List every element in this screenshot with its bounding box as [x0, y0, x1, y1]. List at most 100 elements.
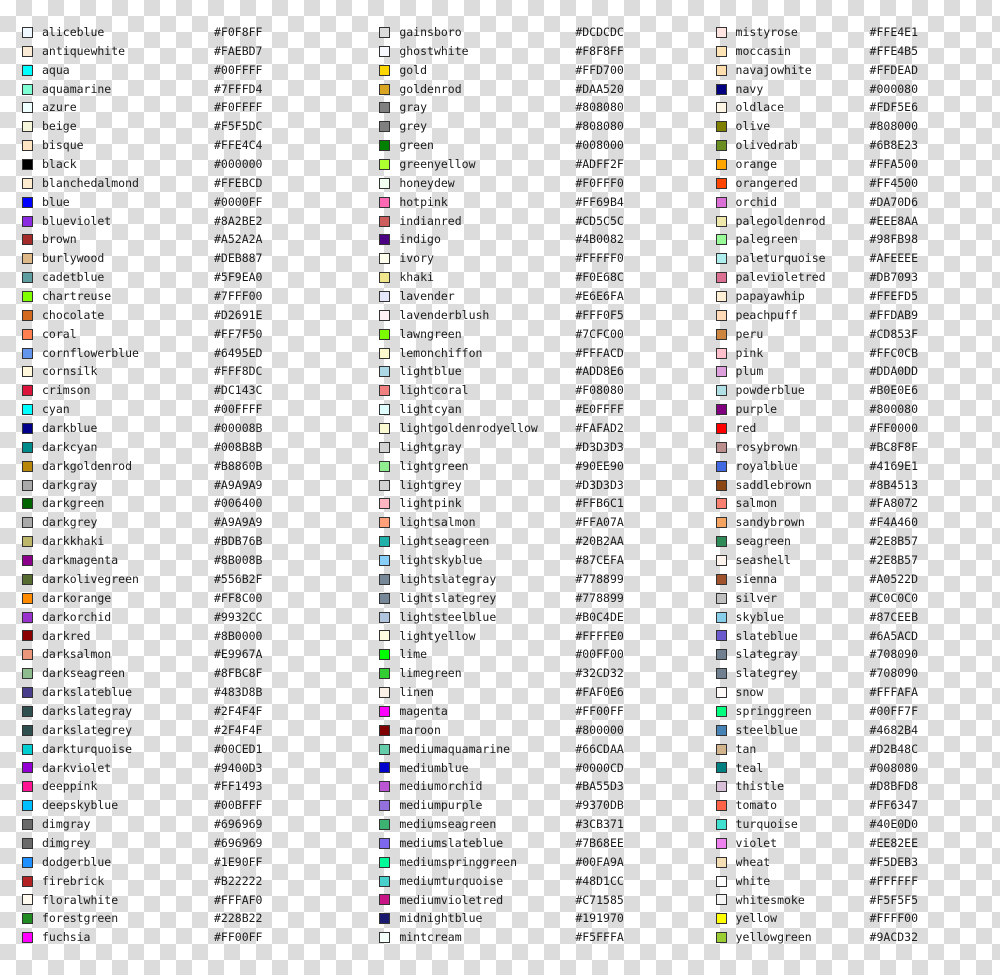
color-row[interactable]: limegreen #32CD32 — [379, 664, 697, 683]
color-row[interactable]: honeydew #F0FFF0 — [379, 174, 697, 193]
color-row[interactable]: mediumorchid #BA55D3 — [379, 777, 697, 796]
color-row[interactable]: slategrey #708090 — [715, 664, 1000, 683]
color-row[interactable]: mediumslateblue #7B68EE — [379, 834, 697, 853]
color-row[interactable]: papayawhip #FFEFD5 — [715, 287, 1000, 306]
color-row[interactable]: antiquewhite #FAEBD7 — [22, 42, 364, 61]
color-row[interactable]: aqua #00FFFF — [22, 61, 364, 80]
color-row[interactable]: silver #C0C0C0 — [715, 589, 1000, 608]
color-row[interactable]: peru #CD853F — [715, 325, 1000, 344]
color-row[interactable]: navy #000080 — [715, 80, 1000, 99]
color-row[interactable]: dimgray #696969 — [22, 815, 364, 834]
color-row[interactable]: orangered #FF4500 — [715, 174, 1000, 193]
color-row[interactable]: lightgoldenrodyellow #FAFAD2 — [379, 419, 697, 438]
color-row[interactable]: crimson #DC143C — [22, 381, 364, 400]
color-row[interactable]: mediumblue #0000CD — [379, 759, 697, 778]
color-row[interactable]: deeppink #FF1493 — [22, 777, 364, 796]
color-row[interactable]: lightblue #ADD8E6 — [379, 362, 697, 381]
color-row[interactable]: olive #808000 — [715, 117, 1000, 136]
color-row[interactable]: orange #FFA500 — [715, 155, 1000, 174]
color-row[interactable]: palevioletred #DB7093 — [715, 268, 1000, 287]
color-row[interactable]: snow #FFFAFA — [715, 683, 1000, 702]
color-row[interactable]: chocolate #D2691E — [22, 306, 364, 325]
color-row[interactable]: steelblue #4682B4 — [715, 721, 1000, 740]
color-row[interactable]: mediumvioletred #C71585 — [379, 891, 697, 910]
color-row[interactable]: lightslategrey #778899 — [379, 589, 697, 608]
color-row[interactable]: teal #008080 — [715, 759, 1000, 778]
color-row[interactable]: lightsalmon #FFA07A — [379, 513, 697, 532]
color-row[interactable]: darkslateblue #483D8B — [22, 683, 364, 702]
color-row[interactable]: yellow #FFFF00 — [715, 909, 1000, 928]
color-row[interactable]: mediumspringgreen #00FA9A — [379, 853, 697, 872]
color-row[interactable]: navajowhite #FFDEAD — [715, 61, 1000, 80]
color-row[interactable]: firebrick #B22222 — [22, 872, 364, 891]
color-row[interactable]: paleturquoise #AFEEEE — [715, 249, 1000, 268]
color-row[interactable]: wheat #F5DEB3 — [715, 853, 1000, 872]
color-row[interactable]: lightsteelblue #B0C4DE — [379, 608, 697, 627]
color-row[interactable]: indigo #4B0082 — [379, 230, 697, 249]
color-row[interactable]: darkturquoise #00CED1 — [22, 740, 364, 759]
color-row[interactable]: sienna #A0522D — [715, 570, 1000, 589]
color-row[interactable]: salmon #FA8072 — [715, 494, 1000, 513]
color-row[interactable]: mediumaquamarine #66CDAA — [379, 740, 697, 759]
color-row[interactable]: bisque #FFE4C4 — [22, 136, 364, 155]
color-row[interactable]: mediumpurple #9370DB — [379, 796, 697, 815]
color-row[interactable]: darkseagreen #8FBC8F — [22, 664, 364, 683]
color-row[interactable]: moccasin #FFE4B5 — [715, 42, 1000, 61]
color-row[interactable]: aliceblue #F0F8FF — [22, 23, 364, 42]
color-row[interactable]: lightgreen #90EE90 — [379, 457, 697, 476]
color-row[interactable]: plum #DDA0DD — [715, 362, 1000, 381]
color-row[interactable]: cyan #00FFFF — [22, 400, 364, 419]
color-row[interactable]: mintcream #F5FFFA — [379, 928, 697, 947]
color-row[interactable]: pink #FFC0CB — [715, 344, 1000, 363]
color-row[interactable]: black #000000 — [22, 155, 364, 174]
color-row[interactable]: lightcoral #F08080 — [379, 381, 697, 400]
color-row[interactable]: ghostwhite #F8F8FF — [379, 42, 697, 61]
color-row[interactable]: lightyellow #FFFFE0 — [379, 627, 697, 646]
color-row[interactable]: darkkhaki #BDB76B — [22, 532, 364, 551]
color-row[interactable]: darksalmon #E9967A — [22, 645, 364, 664]
color-row[interactable]: violet #EE82EE — [715, 834, 1000, 853]
color-row[interactable]: darkgrey #A9A9A9 — [22, 513, 364, 532]
color-row[interactable]: royalblue #4169E1 — [715, 457, 1000, 476]
color-row[interactable]: lightcyan #E0FFFF — [379, 400, 697, 419]
color-row[interactable]: darkviolet #9400D3 — [22, 759, 364, 778]
color-row[interactable]: darkgreen #006400 — [22, 494, 364, 513]
color-row[interactable]: greenyellow #ADFF2F — [379, 155, 697, 174]
color-row[interactable]: burlywood #DEB887 — [22, 249, 364, 268]
color-row[interactable]: turquoise #40E0D0 — [715, 815, 1000, 834]
color-row[interactable]: lawngreen #7CFC00 — [379, 325, 697, 344]
color-row[interactable]: rosybrown #BC8F8F — [715, 438, 1000, 457]
color-row[interactable]: darkgoldenrod #B8860B — [22, 457, 364, 476]
color-row[interactable]: oldlace #FDF5E6 — [715, 98, 1000, 117]
color-row[interactable]: saddlebrown #8B4513 — [715, 476, 1000, 495]
color-row[interactable]: cadetblue #5F9EA0 — [22, 268, 364, 287]
color-row[interactable]: khaki #F0E68C — [379, 268, 697, 287]
color-row[interactable]: gold #FFD700 — [379, 61, 697, 80]
color-row[interactable]: midnightblue #191970 — [379, 909, 697, 928]
color-row[interactable]: palegreen #98FB98 — [715, 230, 1000, 249]
color-row[interactable]: thistle #D8BFD8 — [715, 777, 1000, 796]
color-row[interactable]: grey #808080 — [379, 117, 697, 136]
color-row[interactable]: darkmagenta #8B008B — [22, 551, 364, 570]
color-row[interactable]: magenta #FF00FF — [379, 702, 697, 721]
color-row[interactable]: slategray #708090 — [715, 645, 1000, 664]
color-row[interactable]: powderblue #B0E0E6 — [715, 381, 1000, 400]
color-row[interactable]: beige #F5F5DC — [22, 117, 364, 136]
color-row[interactable]: blanchedalmond #FFEBCD — [22, 174, 364, 193]
color-row[interactable]: chartreuse #7FFF00 — [22, 287, 364, 306]
color-row[interactable]: mistyrose #FFE4E1 — [715, 23, 1000, 42]
color-row[interactable]: slateblue #6A5ACD — [715, 627, 1000, 646]
color-row[interactable]: lemonchiffon #FFFACD — [379, 344, 697, 363]
color-row[interactable]: indianred #CD5C5C — [379, 212, 697, 231]
color-row[interactable]: maroon #800000 — [379, 721, 697, 740]
color-row[interactable]: darkred #8B0000 — [22, 627, 364, 646]
color-row[interactable]: sandybrown #F4A460 — [715, 513, 1000, 532]
color-row[interactable]: ivory #FFFFF0 — [379, 249, 697, 268]
color-row[interactable]: darkolivegreen #556B2F — [22, 570, 364, 589]
color-row[interactable]: purple #800080 — [715, 400, 1000, 419]
color-row[interactable]: deepskyblue #00BFFF — [22, 796, 364, 815]
color-row[interactable]: lightgrey #D3D3D3 — [379, 476, 697, 495]
color-row[interactable]: goldenrod #DAA520 — [379, 80, 697, 99]
color-row[interactable]: tan #D2B48C — [715, 740, 1000, 759]
color-row[interactable]: skyblue #87CEEB — [715, 608, 1000, 627]
